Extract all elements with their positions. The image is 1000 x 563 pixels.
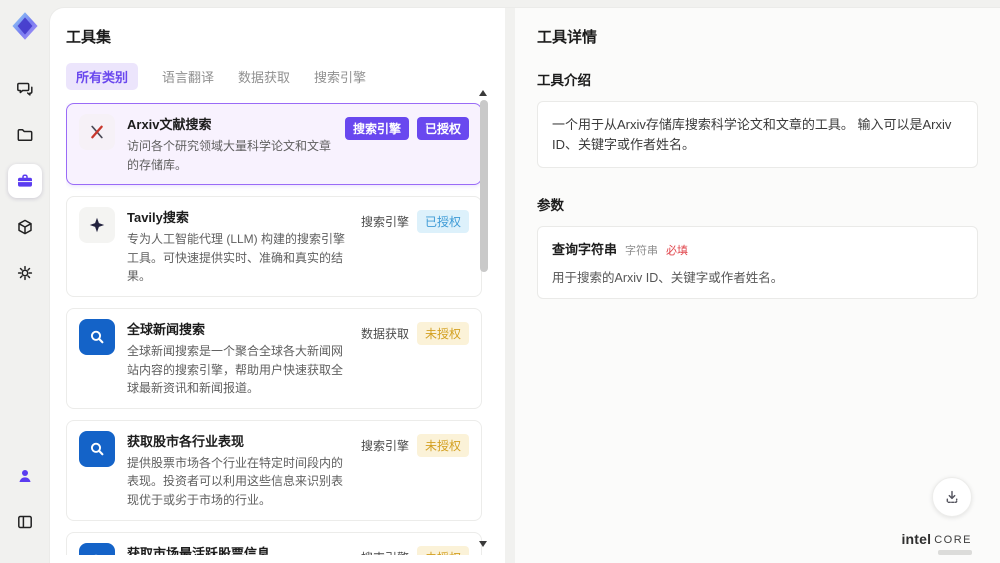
tool-intro-text: 一个用于从Arxiv存储库搜索科学论文和文章的工具。 输入可以是Arxiv ID…: [537, 101, 978, 168]
parameter-description: 用于搜索的Arxiv ID、关键字或作者姓名。: [552, 271, 784, 285]
params-heading: 参数: [537, 198, 564, 213]
tool-text: 全球新闻搜索全球新闻搜索是一个聚合全球各大新闻网站内容的搜索引擎，帮助用户快速获…: [127, 319, 361, 398]
tool-card[interactable]: 全球新闻搜索全球新闻搜索是一个聚合全球各大新闻网站内容的搜索引擎，帮助用户快速获…: [66, 307, 482, 409]
briefcase-icon: [15, 171, 35, 191]
tool-text: 获取市场最活跃股票信息提供当天交易量最高的股票列表。投资者可以利用这些信息来识别…: [127, 543, 361, 555]
tool-auth-badge: 已授权: [416, 210, 469, 234]
tool-text: Tavily搜索专为人工智能代理 (LLM) 构建的搜索引擎工具。可快速提供实时…: [127, 207, 361, 286]
tool-card[interactable]: 获取市场最活跃股票信息提供当天交易量最高的股票列表。投资者可以利用这些信息来识别…: [66, 531, 482, 555]
intro-heading: 工具介绍: [537, 73, 591, 88]
detail-title: 工具详情: [537, 29, 598, 46]
sidebar-rail: [0, 0, 50, 563]
tool-card[interactable]: Tavily搜索专为人工智能代理 (LLM) 构建的搜索引擎工具。可快速提供实时…: [66, 196, 482, 297]
scroll-up-arrow[interactable]: [479, 90, 487, 96]
tool-detail-panel: 工具详情 工具介绍 一个用于从Arxiv存储库搜索科学论文和文章的工具。 输入可…: [515, 8, 1000, 563]
sidebar-item-chat[interactable]: [8, 72, 42, 106]
collapse-panel-icon: [15, 512, 35, 532]
tool-tags: 搜索引擎 已授权: [360, 210, 469, 234]
tool-auth-badge: 未授权: [416, 545, 469, 555]
scrollbar-thumb[interactable]: [480, 100, 488, 272]
tool-description: 访问各个研究领域大量科学论文和文章的存储库。: [127, 139, 332, 172]
tool-name: 获取市场最活跃股票信息: [127, 545, 271, 555]
app-logo-icon: [9, 10, 41, 42]
sidebar-item-toolbox[interactable]: [8, 164, 42, 198]
page-title: 工具集: [66, 29, 112, 46]
chat-icon: [15, 79, 35, 99]
tab-all-categories[interactable]: 所有类别: [66, 63, 139, 90]
parameter-type: 字符串: [625, 245, 659, 257]
gear-icon: [15, 263, 35, 283]
news-blue-icon: [79, 318, 115, 355]
tool-tags: 数据获取 未授权: [360, 321, 469, 345]
news-blue-icon: [79, 542, 115, 555]
tool-name: 全球新闻搜索: [127, 321, 206, 337]
tool-auth-badge: 已授权: [416, 117, 469, 140]
tool-category-tag: 数据获取: [360, 326, 409, 341]
brand-core-text: CORE: [934, 534, 972, 546]
scroll-down-arrow[interactable]: [479, 541, 487, 547]
tool-tags: 搜索引擎未授权: [360, 433, 469, 457]
tab-1[interactable]: 语言翻译: [162, 63, 214, 90]
tool-auth-badge: 未授权: [416, 321, 469, 345]
tool-category-tag: 搜索引擎: [361, 546, 409, 555]
tool-category-tag: 搜索引擎: [360, 215, 409, 230]
folder-icon: [15, 125, 35, 145]
sidebar-item-user[interactable]: [8, 459, 42, 493]
sidebar-item-packages[interactable]: [8, 210, 42, 244]
tool-name: Arxiv文献搜索: [127, 117, 212, 132]
main-content: 工具集 所有类别 语言翻译 数据获取 搜索引擎 Arxiv文献搜索 访问各个研究领域大量…: [50, 8, 1000, 563]
user-icon: [15, 466, 35, 486]
intel-core-logo: intel CORE: [901, 531, 972, 547]
tools-list-panel: 工具集 所有类别 语言翻译 数据获取 搜索引擎 Arxiv文献搜索 访问各个研究领域大量…: [50, 8, 505, 563]
tool-tags: 搜索引擎未授权: [361, 545, 469, 555]
download-button[interactable]: [932, 477, 972, 517]
parameter-required-badge: 必填: [666, 245, 689, 257]
tavily-icon: [79, 207, 115, 244]
tool-auth-badge: 未授权: [416, 433, 469, 457]
tab-3[interactable]: 搜索引擎: [314, 63, 366, 90]
news-blue-icon: [79, 430, 115, 467]
brand-intel-text: intel: [901, 531, 932, 547]
download-icon: [943, 488, 961, 506]
tool-description: 全球新闻搜索是一个聚合全球各大新闻网站内容的搜索引擎，帮助用户快速获取全球最新资…: [127, 343, 344, 396]
cube-icon: [15, 217, 35, 237]
category-tabs: 所有类别 语言翻译 数据获取 搜索引擎: [66, 63, 505, 90]
sidebar-item-collapse[interactable]: [8, 505, 42, 539]
tool-description: 专为人工智能代理 (LLM) 构建的搜索引擎工具。可快速提供实时、准确和真实的结…: [127, 232, 346, 284]
tool-name: 获取股市各行业表现: [127, 433, 245, 449]
sidebar-item-settings[interactable]: [8, 256, 42, 290]
tool-category-tag: 搜索引擎: [344, 117, 409, 140]
tool-card[interactable]: Arxiv文献搜索访问各个研究领域大量科学论文和文章的存储库。 搜索引擎 已授权: [66, 103, 482, 186]
tool-card[interactable]: 获取股市各行业表现提供股票市场各个行业在特定时间段内的表现。投资者可以利用这些信…: [66, 419, 482, 521]
brand-subtext-decoration: [938, 550, 972, 555]
tool-description: 提供股票市场各个行业在特定时间段内的表现。投资者可以利用这些信息来识别表现优于或…: [127, 455, 344, 507]
arxiv-icon: [79, 114, 115, 150]
parameter-card: 查询字符串 字符串 必填 用于搜索的Arxiv ID、关键字或作者姓名。: [537, 226, 978, 299]
tool-category-tag: 搜索引擎: [360, 438, 409, 453]
parameter-name: 查询字符串: [552, 242, 618, 257]
tool-text: 获取股市各行业表现提供股票市场各个行业在特定时间段内的表现。投资者可以利用这些信…: [127, 431, 361, 510]
panel-divider: [505, 8, 515, 563]
tool-list: Arxiv文献搜索 访问各个研究领域大量科学论文和文章的存储库。 搜索引擎 已授权 Ta…: [66, 103, 484, 555]
tool-name: Tavily搜索: [127, 210, 189, 226]
tool-text: Arxiv文献搜索访问各个研究领域大量科学论文和文章的存储库。: [127, 114, 345, 174]
tab-2[interactable]: 数据获取: [238, 63, 290, 90]
tool-tags: 搜索引擎 已授权: [344, 117, 469, 140]
sidebar-item-files[interactable]: [8, 118, 42, 152]
